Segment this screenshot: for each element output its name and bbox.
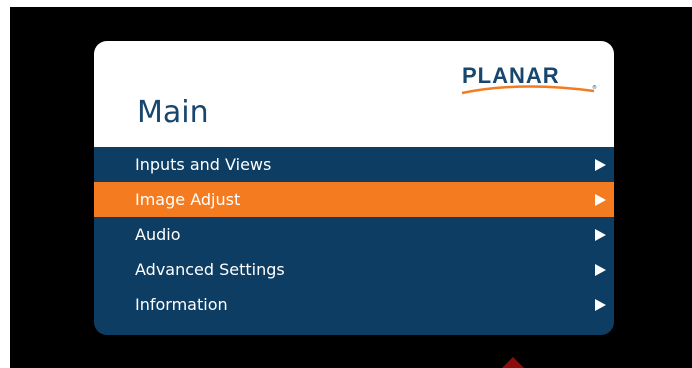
menu-item-label: Information — [135, 295, 228, 314]
menu-item-inputs-and-views[interactable]: Inputs and Views — [94, 147, 614, 182]
pointer-triangle-icon — [502, 357, 524, 368]
menu-item-label: Image Adjust — [135, 190, 241, 209]
menu-item-advanced-settings[interactable]: Advanced Settings — [94, 252, 614, 287]
menu-item-label: Audio — [135, 225, 181, 244]
logo-swoosh-icon — [461, 85, 595, 95]
menu-item-audio[interactable]: Audio — [94, 217, 614, 252]
trademark-mark: ® — [592, 85, 597, 91]
menu-item-label: Inputs and Views — [135, 155, 272, 174]
chevron-right-icon — [595, 264, 606, 276]
chevron-right-icon — [595, 194, 606, 206]
chevron-right-icon — [595, 299, 606, 311]
menu-title: Main — [137, 95, 209, 130]
main-menu-list: Inputs and Views Image Adjust Audio Adva… — [94, 147, 614, 322]
planar-logo: PLANAR ® — [460, 63, 598, 99]
chevron-right-icon — [595, 229, 606, 241]
chevron-right-icon — [595, 159, 606, 171]
osd-header: PLANAR ® Main — [94, 41, 614, 147]
menu-item-image-adjust[interactable]: Image Adjust — [94, 182, 614, 217]
menu-item-information[interactable]: Information — [94, 287, 614, 322]
osd-menu-panel: PLANAR ® Main Inputs and Views Image Adj… — [94, 41, 614, 335]
menu-item-label: Advanced Settings — [135, 260, 285, 279]
